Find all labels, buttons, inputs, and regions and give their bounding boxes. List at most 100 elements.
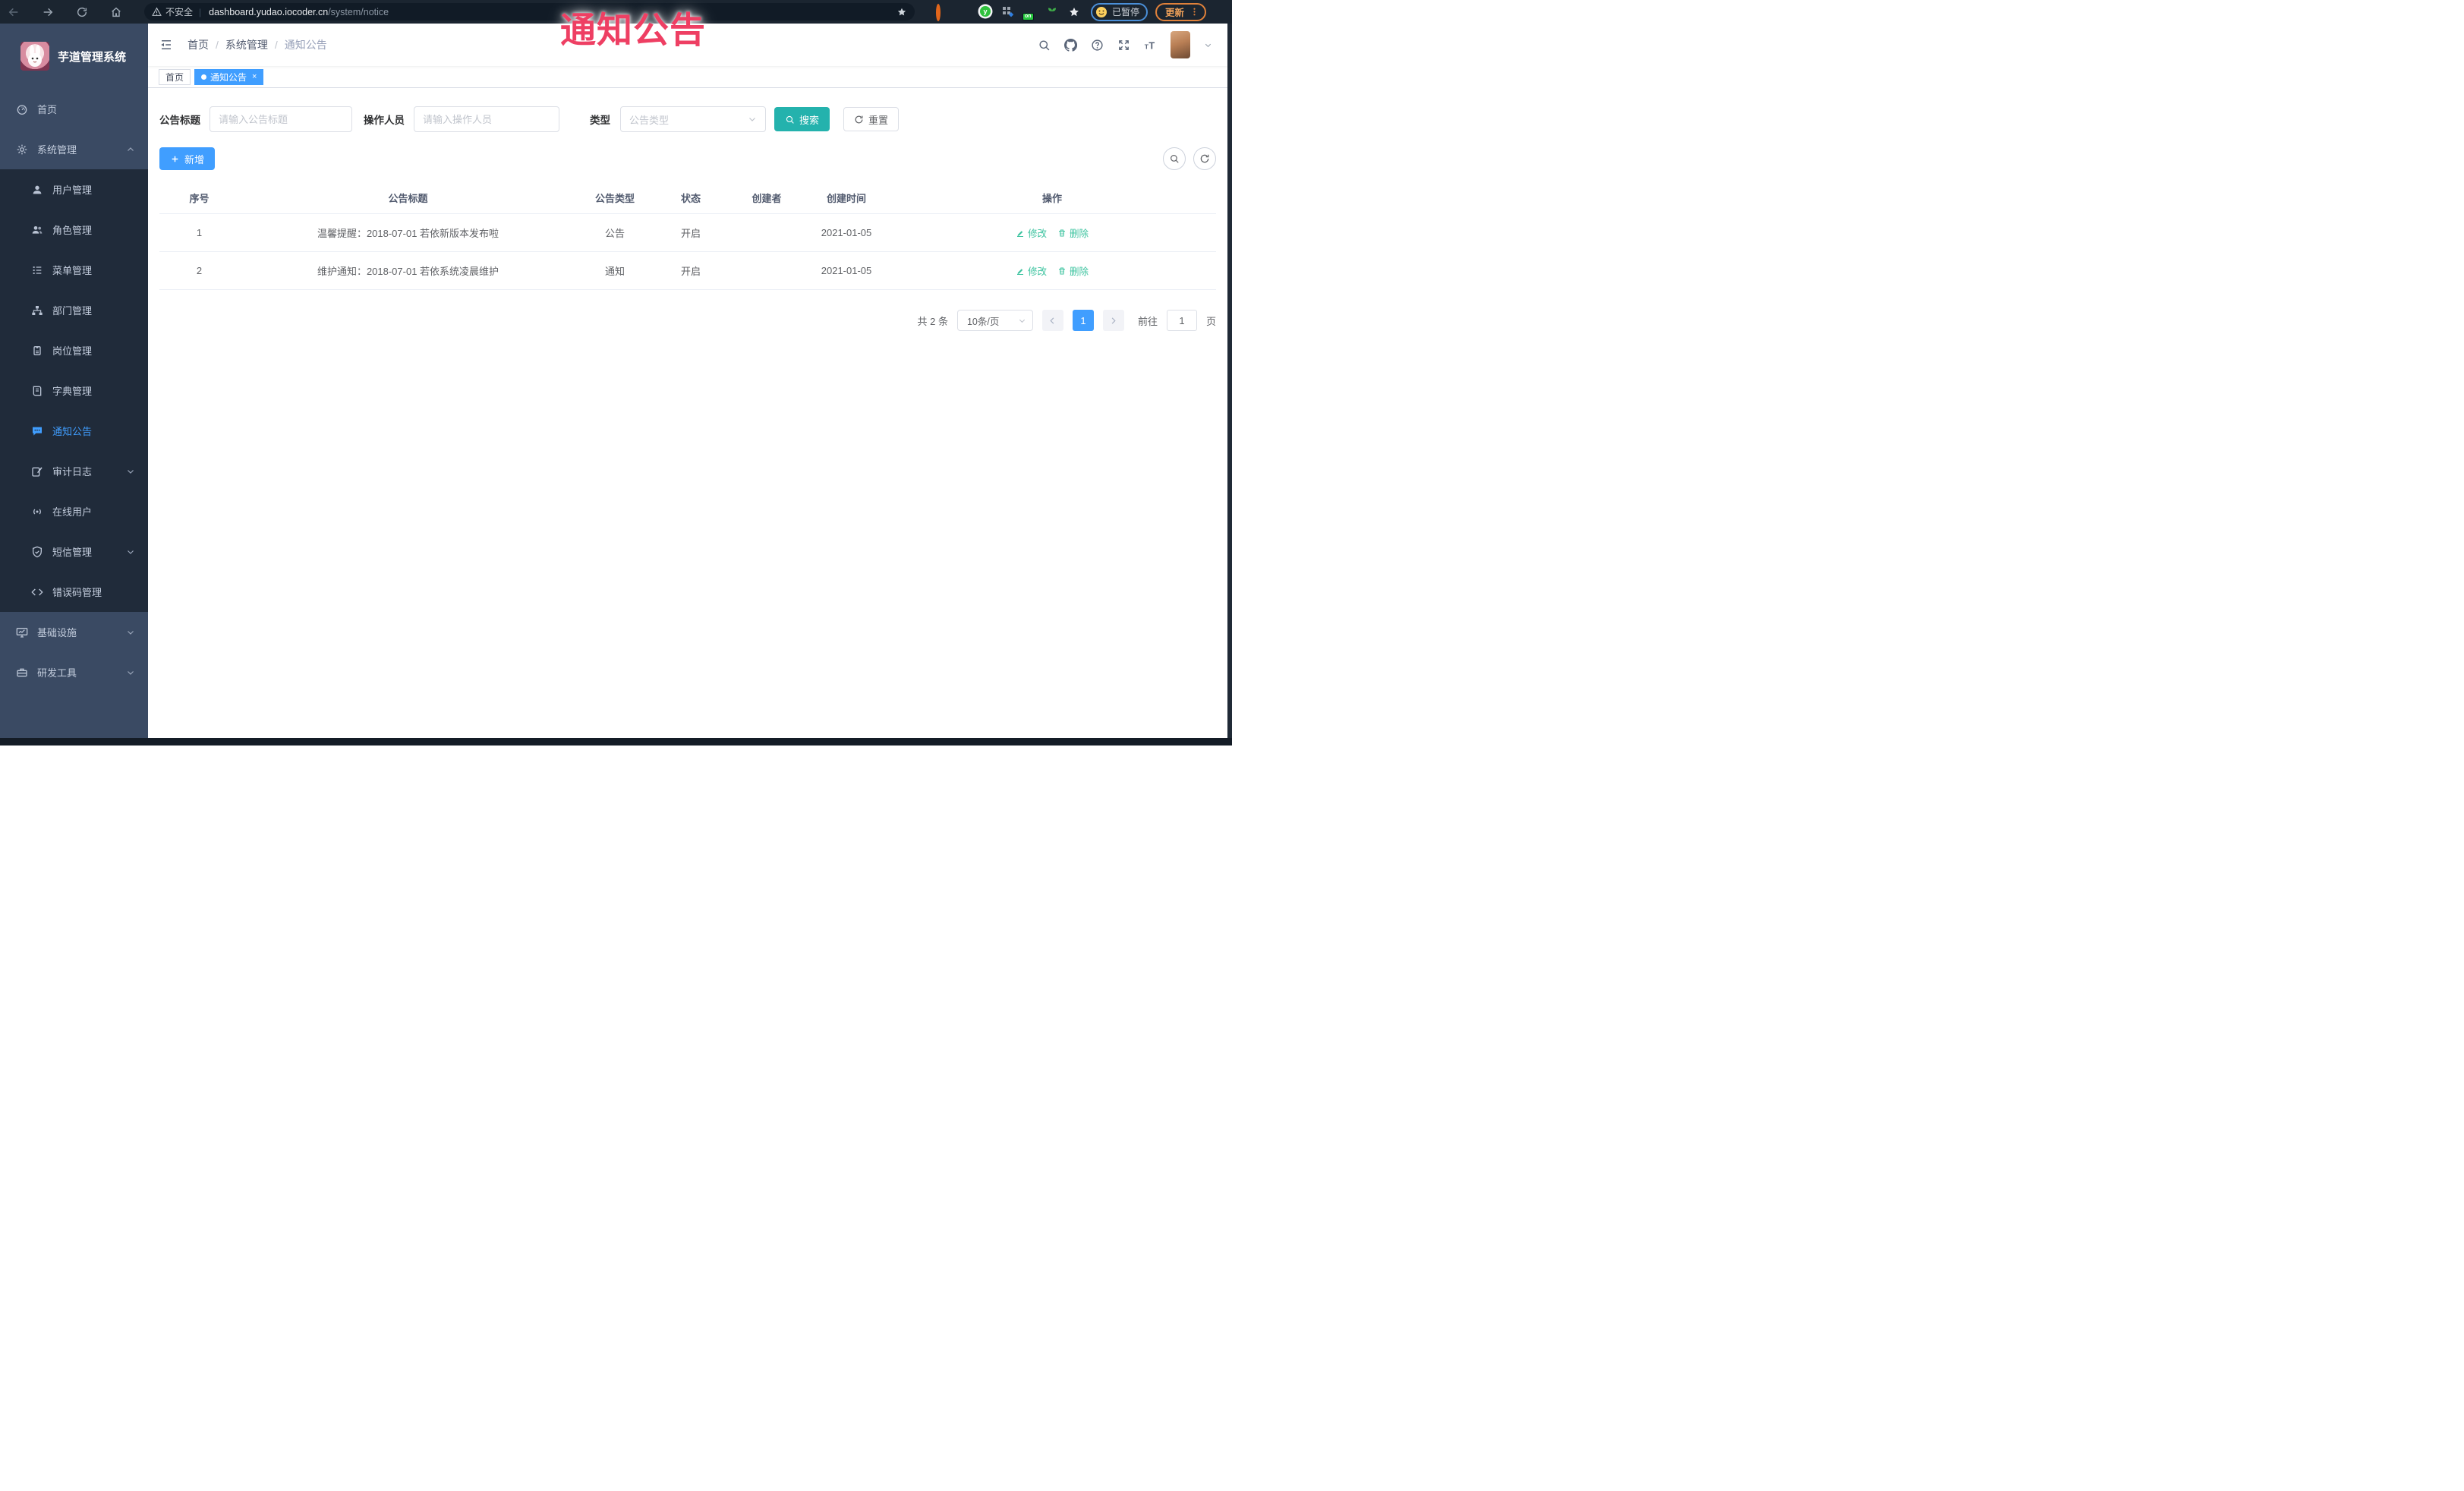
sidebar-item-label: 基础设施 bbox=[37, 627, 77, 638]
svg-text:T: T bbox=[1149, 39, 1155, 51]
sidebar-item-code[interactable]: 错误码管理 bbox=[0, 572, 148, 612]
fullscreen-icon[interactable] bbox=[1117, 39, 1130, 52]
search-button[interactable]: 搜索 bbox=[774, 107, 830, 131]
breadcrumb-item-home[interactable]: 首页 bbox=[187, 37, 209, 52]
refresh-table-button[interactable] bbox=[1193, 147, 1216, 170]
browser-update-button[interactable]: 更新 bbox=[1155, 2, 1207, 21]
address-bar[interactable]: 不安全 | dashboard.yudao.iocoder.cn/system/… bbox=[144, 3, 915, 20]
sidebar-item-dashboard[interactable]: 首页 bbox=[0, 89, 148, 129]
user-avatar[interactable] bbox=[1171, 31, 1190, 58]
extension-flower-icon[interactable] bbox=[1068, 6, 1080, 18]
page-size-select[interactable]: 10条/页 bbox=[956, 310, 1033, 331]
breadcrumb-item-system[interactable]: 系统管理 bbox=[225, 37, 268, 52]
current-page-button[interactable]: 1 bbox=[1072, 310, 1094, 331]
sidebar-item-shield-check[interactable]: 短信管理 bbox=[0, 531, 148, 572]
sidebar-item-users[interactable]: 角色管理 bbox=[0, 210, 148, 250]
help-icon[interactable] bbox=[1091, 39, 1104, 52]
table-row: 1 温馨提醒：2018-07-01 若依新版本发布啦 公告 开启 2021-01-05 修… bbox=[159, 213, 1216, 252]
sidebar-item-audit-log[interactable]: 审计日志 bbox=[0, 451, 148, 491]
extension-sprout-icon[interactable] bbox=[1046, 6, 1058, 18]
extension-grid-diamond-icon[interactable] bbox=[1002, 6, 1014, 18]
browser-forward-icon[interactable] bbox=[42, 6, 54, 18]
cell-created-time: 2021-01-05 bbox=[805, 213, 888, 252]
extensions-row: y on bbox=[936, 3, 1080, 21]
type-filter-select[interactable]: 公告类型 bbox=[620, 106, 766, 132]
edit-link[interactable]: 修改 bbox=[1016, 263, 1047, 278]
active-dot-icon bbox=[201, 74, 207, 80]
window-right-edge bbox=[1227, 24, 1232, 738]
goto-page-input[interactable] bbox=[1166, 310, 1197, 331]
edit-link[interactable]: 修改 bbox=[1016, 225, 1047, 240]
trash-icon bbox=[1057, 229, 1067, 238]
search-icon bbox=[1169, 153, 1180, 164]
close-icon[interactable]: × bbox=[252, 72, 257, 81]
sidebar-item-org-tree[interactable]: 部门管理 bbox=[0, 290, 148, 330]
chevron-down-icon[interactable] bbox=[1204, 41, 1212, 49]
github-icon[interactable] bbox=[1064, 38, 1077, 52]
extension-orange-wheel-icon[interactable] bbox=[936, 3, 948, 21]
warning-icon bbox=[152, 7, 162, 17]
prev-page-button[interactable] bbox=[1041, 310, 1063, 331]
sidebar-item-label: 短信管理 bbox=[52, 547, 93, 558]
cell-status: 开启 bbox=[653, 251, 729, 290]
sidebar-logo[interactable]: 芋道管理系统 bbox=[0, 24, 148, 89]
tab-label: 首页 bbox=[165, 71, 184, 83]
sidebar-item-label: 错误码管理 bbox=[52, 587, 102, 598]
sidebar-item-monitor-chart[interactable]: 基础设施 bbox=[0, 612, 148, 652]
reset-button[interactable]: 重置 bbox=[843, 107, 900, 131]
screen: 不安全 | dashboard.yudao.iocoder.cn/system/… bbox=[0, 0, 1232, 746]
title-filter-input[interactable] bbox=[210, 106, 352, 132]
url-domain: dashboard.yudao.iocoder.cn bbox=[209, 6, 329, 17]
page-content: 公告标题 操作人员 类型 公告类型 搜索 重置 bbox=[148, 88, 1227, 738]
browser-home-icon[interactable] bbox=[110, 6, 122, 18]
cell-type: 通知 bbox=[577, 251, 653, 290]
edit-icon bbox=[1016, 229, 1025, 238]
sidebar-item-menu-list[interactable]: 菜单管理 bbox=[0, 250, 148, 290]
bookmark-star-icon[interactable] bbox=[896, 7, 907, 17]
sidebar-item-online-user[interactable]: 在线用户 bbox=[0, 491, 148, 531]
sidebar-item-message[interactable]: 通知公告 bbox=[0, 411, 148, 451]
org-tree-icon bbox=[31, 304, 43, 317]
sidebar-item-label: 部门管理 bbox=[52, 305, 93, 317]
chevron-down-icon bbox=[126, 628, 135, 637]
sidebar-item-book[interactable]: 字典管理 bbox=[0, 370, 148, 411]
update-label: 更新 bbox=[1165, 8, 1185, 18]
font-size-icon[interactable]: TT bbox=[1144, 39, 1157, 52]
browser-reload-icon[interactable] bbox=[76, 6, 88, 18]
column-header: 状态 bbox=[653, 182, 729, 214]
column-header: 操作 bbox=[888, 182, 1216, 214]
extension-on-badge-icon[interactable]: on bbox=[1022, 6, 1036, 20]
dashboard-icon bbox=[16, 103, 28, 115]
sidebar-item-gear[interactable]: 系统管理 bbox=[0, 129, 148, 169]
extension-blue-drop-icon[interactable] bbox=[958, 6, 970, 18]
delete-link[interactable]: 删除 bbox=[1057, 225, 1089, 240]
extension-green-circle-icon[interactable]: y bbox=[980, 5, 992, 18]
browser-back-icon[interactable] bbox=[8, 6, 20, 18]
security-label: 不安全 bbox=[165, 7, 194, 17]
next-page-button[interactable] bbox=[1102, 310, 1124, 331]
browser-menu-dots-icon[interactable] bbox=[1189, 7, 1199, 17]
sidebar-item-label: 角色管理 bbox=[52, 225, 93, 236]
chevron-down-icon bbox=[748, 115, 757, 124]
total-count-label: 共 2 条 bbox=[917, 315, 948, 327]
table-toolbar: 新增 bbox=[159, 147, 1216, 170]
sidebar-fold-icon[interactable] bbox=[159, 38, 173, 52]
url-text: dashboard.yudao.iocoder.cn/system/notice bbox=[209, 7, 389, 17]
sidebar-item-user[interactable]: 用户管理 bbox=[0, 169, 148, 210]
delete-link[interactable]: 删除 bbox=[1057, 263, 1089, 278]
sidebar-item-id-badge[interactable]: 岗位管理 bbox=[0, 330, 148, 370]
browser-profile-button[interactable]: 已暂停 bbox=[1091, 2, 1149, 21]
sidebar-item-toolbox[interactable]: 研发工具 bbox=[0, 652, 148, 692]
cell-status: 开启 bbox=[653, 213, 729, 252]
audit-log-icon bbox=[31, 465, 43, 478]
app-title: 芋道管理系统 bbox=[58, 50, 127, 64]
tab-home[interactable]: 首页 bbox=[159, 68, 191, 85]
tab-notice[interactable]: 通知公告 × bbox=[194, 68, 264, 85]
toggle-search-button[interactable] bbox=[1163, 147, 1186, 170]
search-icon[interactable] bbox=[1038, 39, 1051, 52]
sidebar-item-label: 系统管理 bbox=[37, 144, 77, 156]
add-button[interactable]: 新增 bbox=[159, 147, 216, 170]
operator-filter-input[interactable] bbox=[414, 106, 559, 132]
cell-actions: 修改 删除 bbox=[888, 213, 1216, 252]
breadcrumb: 首页 / 系统管理 / 通知公告 bbox=[187, 37, 327, 52]
